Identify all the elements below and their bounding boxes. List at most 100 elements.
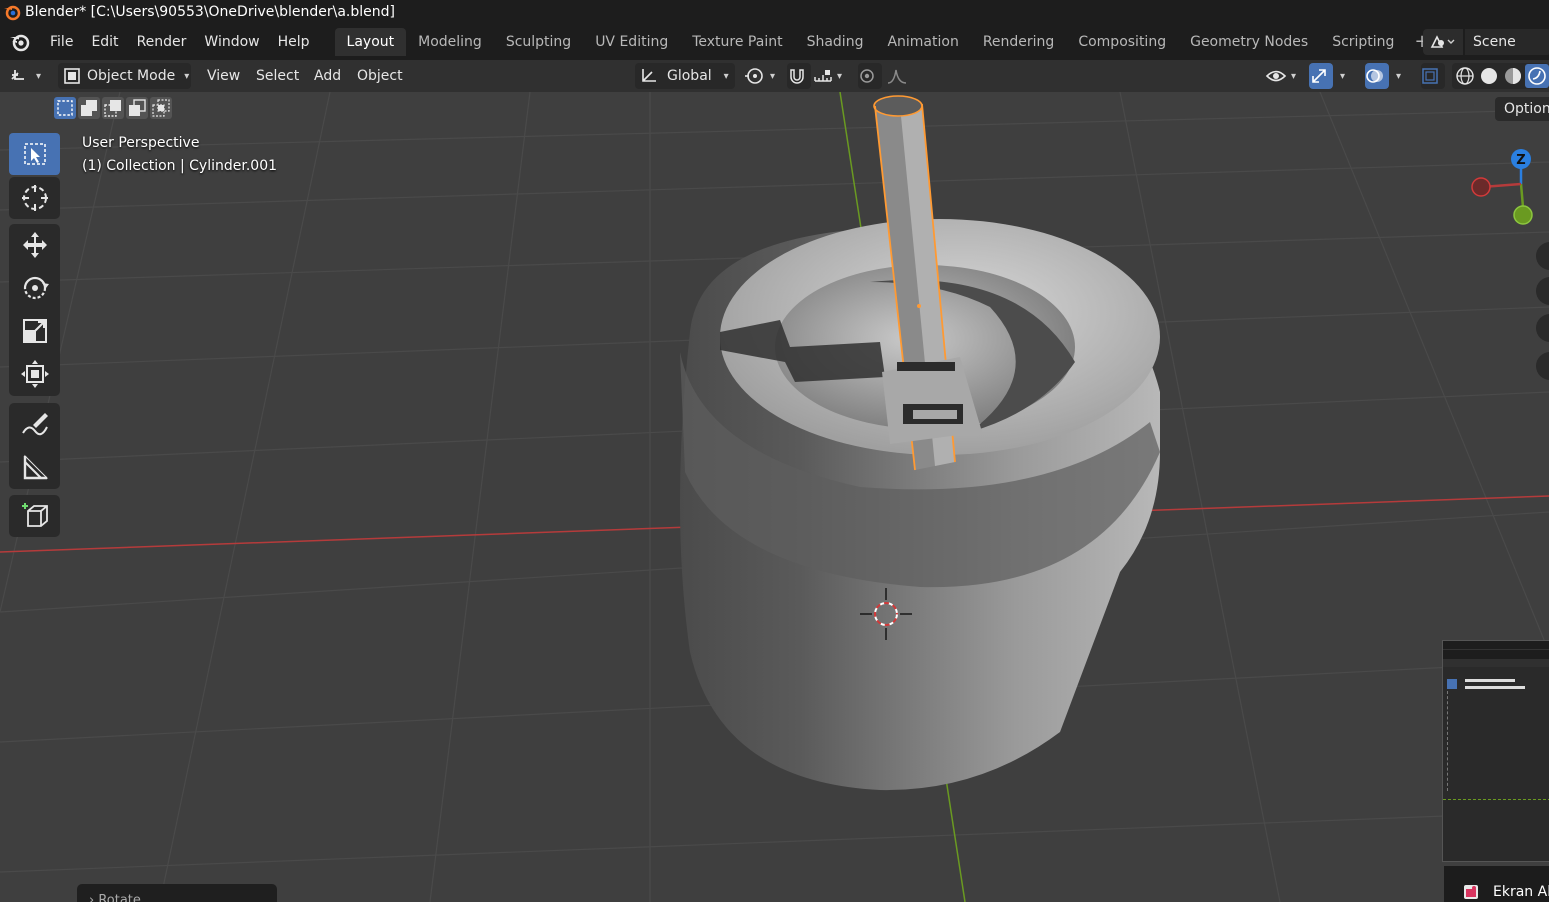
rotate-tool[interactable] [9,267,60,309]
select-box-tool[interactable] [9,133,60,175]
select-mode-invert-button[interactable] [126,97,148,119]
proportional-edit-toggle[interactable] [858,63,882,89]
thumb-toolbar [1447,691,1457,791]
navigation-gizmo[interactable]: Z [1460,142,1540,232]
menu-help[interactable]: Help [269,29,319,55]
chevron-down-icon: ▾ [1396,70,1402,82]
select-subtract-icon [104,100,121,117]
thumb-tool-active [1447,679,1457,689]
chevron-right-icon: › [89,893,95,902]
select-extend-icon [81,100,97,116]
toolbar-group-annotate [9,403,60,489]
scene-selector: Scene [1423,29,1549,55]
toolbar-group-add [9,495,60,537]
menu-view[interactable]: View [207,63,240,89]
solid-shading-icon[interactable] [1478,65,1500,87]
wireframe-shading-icon[interactable] [1454,65,1476,87]
select-new-icon [57,100,73,116]
select-invert-icon [129,99,146,116]
overlays-options-button[interactable]: ▾ [1392,63,1410,89]
scale-tool[interactable] [9,310,60,352]
3d-viewport[interactable]: User Perspective (1) Collection | Cylind… [0,92,1549,902]
visibility-button[interactable]: ▾ [1265,63,1301,89]
screenshot-thumbnail[interactable] [1442,640,1549,862]
menu-select[interactable]: Select [256,63,299,89]
menu-add[interactable]: Add [314,63,341,89]
add-cube-tool[interactable] [9,495,60,537]
select-box-icon [23,143,46,165]
y-axis-ball [1513,205,1533,225]
workspace-tabs: Layout Modeling Sculpting UV Editing Tex… [334,28,1438,56]
select-mode-intersect-button[interactable] [150,97,172,119]
proportional-edit-icon [860,69,874,83]
select-mode-new-button[interactable] [54,97,76,119]
snap-increment-icon [814,70,832,82]
orientation-label: Global [667,68,712,84]
snap-toggle[interactable] [787,63,811,89]
mode-label: Object Mode [87,68,176,84]
scene-icon [1430,35,1455,48]
tab-shading[interactable]: Shading [795,28,876,56]
transform-tool[interactable] [9,353,60,395]
thumb-axis-line [1443,799,1549,800]
overlays-toggle[interactable] [1365,63,1389,89]
tab-sculpting[interactable]: Sculpting [494,28,583,56]
pivot-point-button[interactable]: ▾ [744,63,780,89]
tab-modeling[interactable]: Modeling [406,28,494,56]
falloff-curve-icon [887,69,907,84]
options-dropdown[interactable]: Options [1495,97,1549,121]
falloff-button[interactable] [886,63,920,89]
x-axis-ball [1471,177,1491,197]
tab-rendering[interactable]: Rendering [971,28,1067,56]
tab-scripting[interactable]: Scripting [1320,28,1406,56]
tab-compositing[interactable]: Compositing [1066,28,1178,56]
thumb-titlebar [1443,641,1549,649]
chevron-down-icon: ▾ [1291,70,1297,82]
gizmo-icon [1312,69,1326,83]
chevron-down-icon: ▾ [837,70,843,82]
measure-tool[interactable] [9,446,60,488]
scene-browse-button[interactable] [1423,29,1463,55]
rendered-shading-icon[interactable] [1525,64,1549,88]
mode-dropdown[interactable]: Object Mode ▾ [58,63,191,89]
tab-uv-editing[interactable]: UV Editing [583,28,680,56]
toolbar-group-transform [9,224,60,396]
orientation-dropdown[interactable]: Global ▾ [635,63,735,89]
scene-name-field[interactable]: Scene [1465,29,1549,55]
xray-toggle[interactable] [1421,63,1445,89]
annotate-tool[interactable] [9,403,60,445]
tab-geometry-nodes[interactable]: Geometry Nodes [1178,28,1320,56]
object-mode-icon [64,68,80,84]
select-mode-extend-button[interactable] [78,97,100,119]
editor-type-icon [11,70,24,80]
editor-type-button[interactable]: ▾ [10,63,48,89]
blender-menu-icon[interactable] [9,31,31,53]
last-operator-panel[interactable]: › Rotate [77,884,277,902]
transform-icon [20,360,49,388]
tab-layout[interactable]: Layout [334,28,407,56]
menu-render[interactable]: Render [128,29,196,55]
measure-icon [23,454,48,480]
material-shading-icon[interactable] [1502,65,1524,87]
viewport-header: ▾ Object Mode ▾ View Select Add Object G… [0,60,1549,92]
scale-icon [22,319,47,343]
viewport-scene [0,92,1549,902]
select-mode-subtract-button[interactable] [102,97,124,119]
tab-animation[interactable]: Animation [875,28,970,56]
gizmo-toggle[interactable] [1309,63,1333,89]
rotate-icon [23,276,49,300]
move-tool[interactable] [9,224,60,266]
cursor-tool[interactable] [9,177,60,219]
cursor-tool-icon [21,185,48,211]
gizmo-options-button[interactable]: ▾ [1336,63,1354,89]
menu-window[interactable]: Window [195,29,268,55]
snap-target-button[interactable]: ▾ [813,63,851,89]
snipping-tool-icon [1464,885,1478,899]
menu-object[interactable]: Object [357,63,403,89]
blender-logo-icon [4,5,21,21]
chevron-down-icon: ▾ [184,70,190,82]
tab-texture-paint[interactable]: Texture Paint [680,28,794,56]
shading-modes [1452,63,1549,89]
menu-edit[interactable]: Edit [82,29,127,55]
menu-file[interactable]: File [41,29,82,55]
